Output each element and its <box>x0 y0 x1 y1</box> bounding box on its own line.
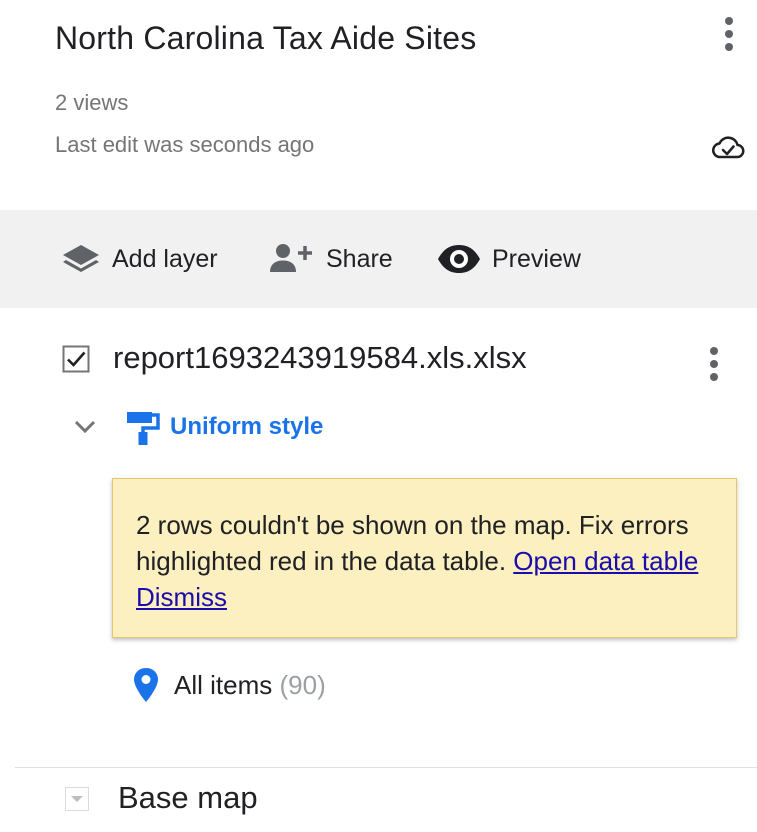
person-add-icon <box>270 244 312 272</box>
layer-visibility-checkbox[interactable] <box>62 345 90 373</box>
map-title[interactable]: North Carolina Tax Aide Sites <box>55 20 476 57</box>
last-edit-status: Last edit was seconds ago <box>55 132 315 157</box>
more-vert-icon[interactable] <box>712 10 746 58</box>
open-data-table-link[interactable]: Open data table <box>513 546 698 576</box>
share-label: Share <box>326 244 393 273</box>
all-items-text: All items <box>174 669 273 700</box>
share-button[interactable]: Share <box>268 210 393 308</box>
add-layer-button[interactable]: Add layer <box>60 210 218 308</box>
cloud-done-icon <box>711 136 745 159</box>
all-items-row[interactable]: All items (90) <box>132 660 326 710</box>
paint-roller-icon <box>127 412 160 445</box>
map-header: North Carolina Tax Aide Sites 2 views La… <box>0 0 757 200</box>
add-layer-label: Add layer <box>112 244 218 273</box>
error-notice: 2 rows couldn't be shown on the map. Fix… <box>112 478 737 638</box>
all-items-label: All items (90) <box>174 670 326 701</box>
style-label: Uniform style <box>170 413 324 440</box>
eye-icon <box>438 245 480 273</box>
dismiss-link[interactable]: Dismiss <box>136 582 227 612</box>
layers-icon <box>63 245 99 272</box>
layer-name[interactable]: report1693243919584.xls.xlsx <box>113 340 527 376</box>
map-pin-icon <box>134 668 158 702</box>
divider <box>15 767 757 768</box>
more-vert-icon[interactable] <box>700 336 728 392</box>
preview-button[interactable]: Preview <box>436 210 581 308</box>
layer-toolbar: Add layer Share Preview <box>0 210 757 308</box>
style-selector[interactable]: Uniform style <box>124 402 323 452</box>
base-map-label[interactable]: Base map <box>118 780 258 816</box>
views-count: 2 views <box>55 90 129 115</box>
preview-label: Preview <box>492 244 581 273</box>
base-map-toggle[interactable] <box>65 787 89 811</box>
chevron-down-icon[interactable] <box>72 414 98 440</box>
items-count: (90) <box>279 669 326 700</box>
expand-arrow-icon <box>71 796 83 802</box>
